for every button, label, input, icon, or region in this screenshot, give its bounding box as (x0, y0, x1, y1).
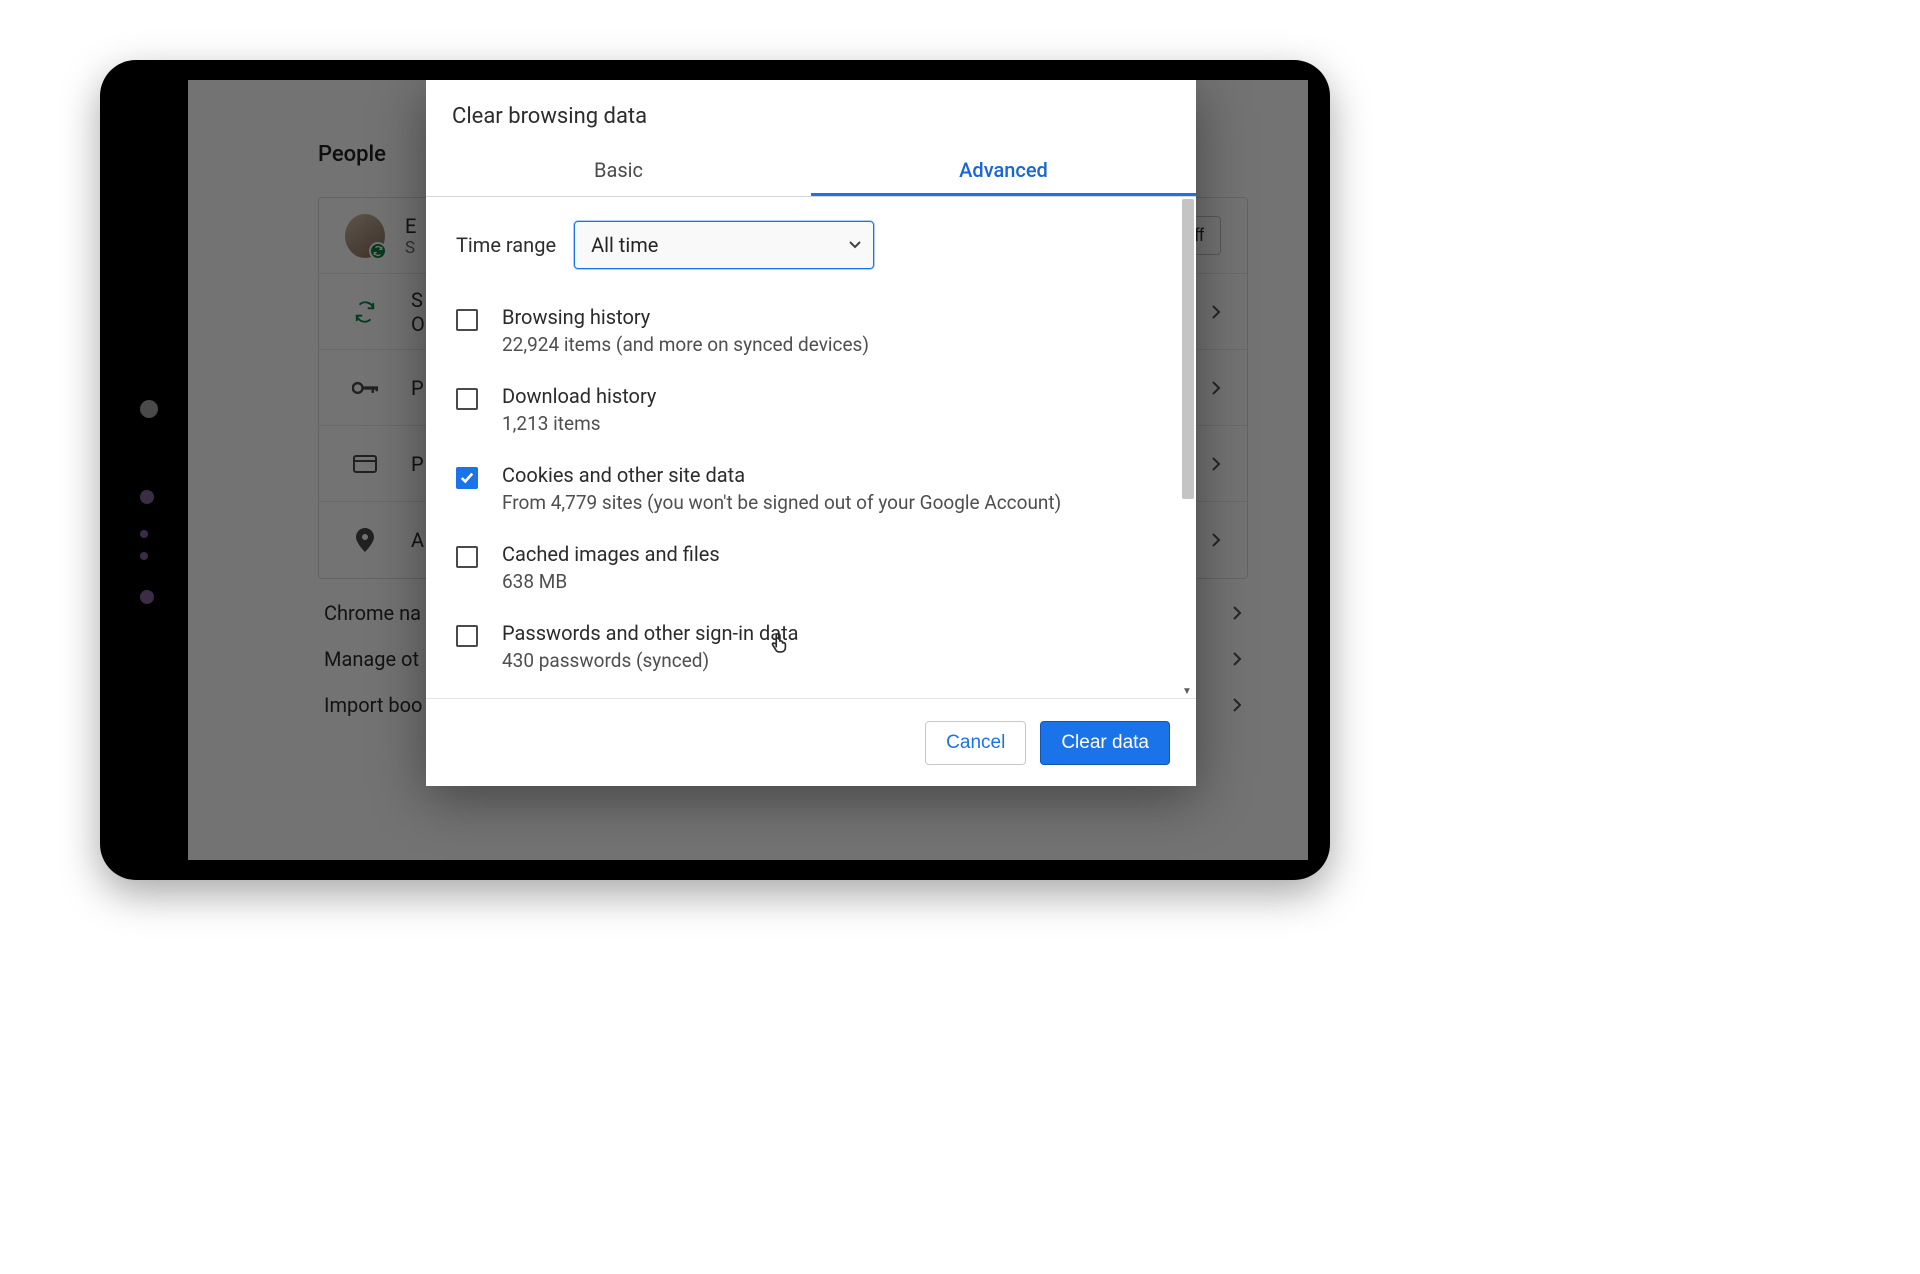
time-range-row: Time range All time (456, 221, 1166, 269)
tab-basic[interactable]: Basic (426, 147, 811, 196)
pointer-cursor-icon (768, 627, 790, 653)
sync-badge-icon (369, 242, 387, 260)
clear-item-browsing: Browsing history 22,924 items (and more o… (456, 295, 1166, 374)
tablet-camera (140, 400, 158, 418)
item-title: Passwords and other sign-in data (502, 621, 799, 645)
chevron-right-icon (1211, 304, 1221, 320)
item-texts: Browsing history 22,924 items (and more o… (502, 305, 869, 356)
checkbox-browsing[interactable] (456, 309, 478, 331)
dialog-body: Time range All time Browsing history 22,9… (426, 197, 1196, 698)
clear-item-cookies: Cookies and other site data From 4,779 si… (456, 453, 1166, 532)
cancel-button[interactable]: Cancel (925, 721, 1026, 765)
chevron-right-icon (1232, 651, 1242, 667)
dialog-scroll-area: Time range All time Browsing history 22,9… (426, 197, 1196, 698)
clear-data-button[interactable]: Clear data (1040, 721, 1170, 765)
clear-item-autofill: Autofill form data (456, 690, 1166, 698)
scroll-down-icon[interactable]: ▼ (1180, 684, 1194, 698)
item-title: Cookies and other site data (502, 463, 1061, 487)
tablet-sensor (140, 490, 154, 504)
time-range-select[interactable]: All time (574, 221, 874, 269)
clear-item-cache: Cached images and files 638 MB (456, 532, 1166, 611)
tablet-sensor (140, 590, 154, 604)
chevron-right-icon (1211, 456, 1221, 472)
tablet-sensor (140, 552, 148, 560)
item-texts: Cached images and files 638 MB (502, 542, 720, 593)
chevron-right-icon (1232, 605, 1242, 621)
chevron-right-icon (1211, 532, 1221, 548)
dropdown-caret-icon (849, 241, 861, 249)
item-subtitle: From 4,779 sites (you won't be signed ou… (502, 491, 1061, 514)
key-icon (345, 380, 385, 396)
tablet-frame: People E S Turn off (100, 60, 1330, 880)
item-title: Cached images and files (502, 542, 720, 566)
avatar (345, 214, 385, 258)
item-subtitle: 22,924 items (and more on synced devices… (502, 333, 869, 356)
checkbox-cache[interactable] (456, 546, 478, 568)
screen: People E S Turn off (188, 80, 1308, 860)
tab-advanced[interactable]: Advanced (811, 147, 1196, 196)
item-title: Browsing history (502, 305, 869, 329)
scrollbar-thumb[interactable] (1182, 199, 1194, 499)
item-subtitle: 1,213 items (502, 412, 656, 435)
chevron-right-icon (1211, 380, 1221, 396)
item-subtitle: 638 MB (502, 570, 720, 593)
item-texts: Cookies and other site data From 4,779 si… (502, 463, 1061, 514)
checkbox-downloads[interactable] (456, 388, 478, 410)
dialog-tabs: Basic Advanced (426, 147, 1196, 197)
item-texts: Download history 1,213 items (502, 384, 656, 435)
checkbox-cookies[interactable] (456, 467, 478, 489)
pin-icon (345, 528, 385, 552)
item-texts: Passwords and other sign-in data 430 pass… (502, 621, 799, 672)
sync-icon (345, 301, 385, 323)
card-icon (345, 455, 385, 473)
checkbox-passwords[interactable] (456, 625, 478, 647)
scrollbar[interactable]: ▲ ▼ (1180, 199, 1194, 696)
chevron-right-icon (1232, 697, 1242, 713)
dialog-footer: Cancel Clear data (426, 698, 1196, 786)
clear-item-passwords: Passwords and other sign-in data 430 pass… (456, 611, 1166, 690)
tablet-sensor (140, 530, 148, 538)
item-title: Download history (502, 384, 656, 408)
time-range-value: All time (591, 233, 658, 257)
time-range-label: Time range (456, 233, 556, 257)
dialog-title: Clear browsing data (426, 80, 1196, 147)
item-subtitle: 430 passwords (synced) (502, 649, 799, 672)
clear-browsing-data-dialog: Clear browsing data Basic Advanced Time … (426, 80, 1196, 786)
clear-item-downloads: Download history 1,213 items (456, 374, 1166, 453)
